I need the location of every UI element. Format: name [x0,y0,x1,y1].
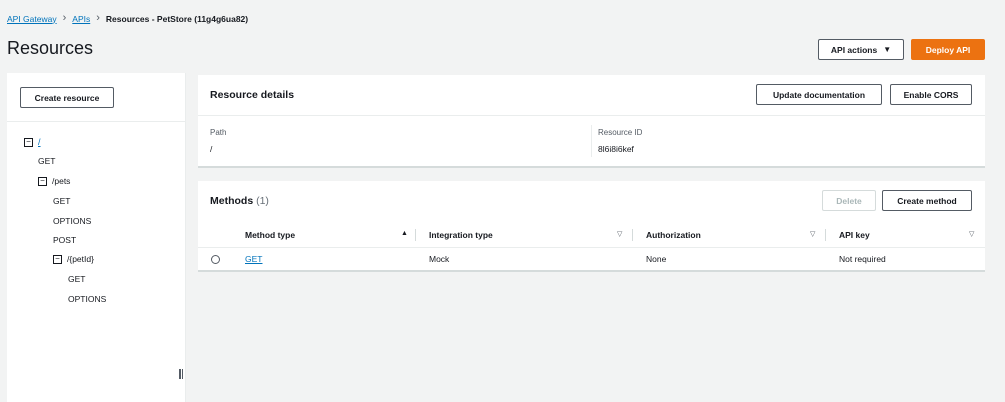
tree-item-pets[interactable]: − /pets [38,176,70,186]
tree-method-pets-options[interactable]: OPTIONS [53,216,91,226]
cell-api-key: Not required [839,254,886,264]
sort-icon[interactable]: ▽ [969,230,974,238]
chevron-right-icon: › [62,12,67,24]
methods-title-text: Methods [210,195,254,207]
panel-divider [7,121,185,122]
column-header-api-key[interactable]: API key [839,230,870,240]
cell-integration-type: Mock [429,254,450,264]
tree-method-petid-options[interactable]: OPTIONS [68,294,106,304]
collapse-square-icon[interactable]: − [53,254,62,264]
deploy-api-button[interactable]: Deploy API [911,39,985,60]
card-divider [198,115,985,116]
column-separator[interactable] [632,229,633,241]
column-separator[interactable] [825,229,826,241]
column-header-integration-type[interactable]: Integration type [429,230,493,240]
method-link-get[interactable]: GET [245,254,262,264]
breadcrumb: API Gateway › APIs › Resources - PetStor… [7,13,248,24]
methods-title: Methods (1) [210,195,269,207]
tree-method-pets-get[interactable]: GET [53,196,70,206]
resource-tree-panel: Create resource − / GET − /pets GET OPTI… [7,73,186,402]
create-method-button[interactable]: Create method [882,190,972,211]
tree-petid-label: /{petId} [67,254,94,264]
chevron-right-icon: › [96,12,100,24]
collapse-square-icon[interactable]: − [38,176,47,186]
caret-down-icon: ▼ [883,45,892,54]
resource-id-label: Resource ID [598,128,643,137]
tree-method-root-get[interactable]: GET [38,156,55,166]
delete-button[interactable]: Delete [822,190,876,211]
api-actions-label: API actions [830,44,878,55]
column-header-authorization[interactable]: Authorization [646,230,701,240]
enable-cors-button[interactable]: Enable CORS [890,84,972,105]
tree-method-pets-post[interactable]: POST [53,235,76,245]
api-actions-button[interactable]: API actions ▼ [818,39,904,60]
path-value: / [210,144,213,154]
breadcrumb-apis[interactable]: APIs [72,14,90,24]
tree-item-petid[interactable]: − /{petId} [53,254,94,264]
tree-item-root[interactable]: − / [24,137,41,147]
tree-root-link[interactable]: / [38,137,41,147]
drag-handle-icon[interactable] [179,369,183,379]
breadcrumb-current: Resources - PetStore (11g4g6ua82) [105,13,249,24]
resource-details-title: Resource details [210,89,295,101]
create-resource-button[interactable]: Create resource [20,87,114,108]
column-separator[interactable] [415,229,416,241]
path-label: Path [210,128,227,137]
table-row[interactable]: GET Mock None Not required [198,248,985,270]
column-header-method-type[interactable]: Method type [245,230,295,240]
resource-details-card: Resource details Update documentation En… [198,75,985,168]
methods-card: Methods (1) Delete Create method Method … [198,181,985,272]
resource-id-value: 8l6i8i6kef [598,144,634,154]
methods-count: (1) [256,195,269,207]
tree-method-petid-get[interactable]: GET [68,274,85,284]
collapse-square-icon[interactable]: − [24,137,33,147]
sort-ascending-icon[interactable]: ▲ [401,230,408,237]
methods-table-header: Method type ▲ Integration type ▽ Authori… [198,221,985,247]
tree-pets-label: /pets [52,176,71,186]
page-title: Resources [7,38,94,58]
column-divider [591,125,592,157]
cell-authorization: None [646,254,667,264]
sort-icon[interactable]: ▽ [617,230,622,238]
breadcrumb-api-gateway[interactable]: API Gateway [7,14,57,24]
update-documentation-button[interactable]: Update documentation [756,84,882,105]
radio-icon[interactable] [211,255,220,264]
sort-icon[interactable]: ▽ [810,230,815,238]
